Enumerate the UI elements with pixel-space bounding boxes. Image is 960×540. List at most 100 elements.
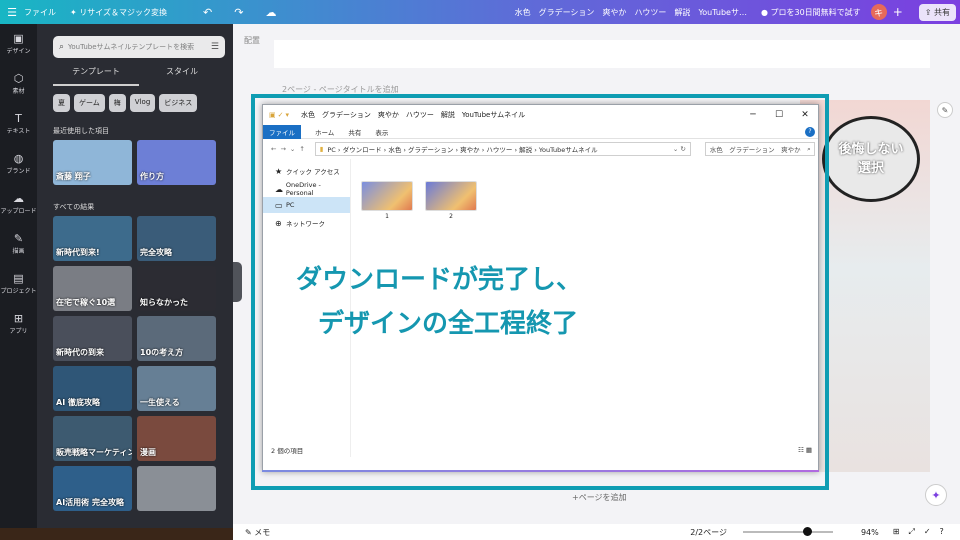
template-thumbnail-text: 斎藤 翔子 — [56, 172, 91, 181]
notes-button[interactable]: ✎ メモ — [245, 527, 270, 538]
filter-chip[interactable]: ビジネス — [159, 94, 198, 112]
rail-item-uploads[interactable]: ☁ アップロード — [0, 184, 37, 224]
help-icon[interactable]: ? — [805, 127, 815, 137]
template-thumbnail[interactable]: 新時代の到来 — [53, 316, 132, 361]
nav-item[interactable]: ★ クイック アクセス — [263, 163, 350, 179]
template-search-input[interactable]: ⌕ YouTubeサムネイルテンプレートを検索 ☰ — [53, 36, 225, 58]
nav-arrows-icon[interactable]: ←→⌄↑ — [271, 145, 309, 153]
template-thumbnail[interactable] — [137, 466, 216, 511]
nav-item[interactable]: ⊕ ネットワーク — [263, 215, 350, 231]
page-indicator[interactable]: 2/2ページ — [690, 527, 727, 538]
share-button[interactable]: ⇪ 共有 — [918, 3, 956, 21]
template-thumbnail[interactable]: 新時代到来! — [53, 216, 132, 261]
add-page-button[interactable]: +ページを追加 — [572, 492, 627, 503]
filter-chip[interactable]: 梅 — [108, 94, 126, 112]
rail-item-text[interactable]: T テキスト — [0, 104, 37, 144]
tab-templates[interactable]: テンプレート — [53, 66, 139, 86]
close-icon[interactable]: ✕ — [792, 105, 818, 125]
resize-label: リサイズ＆マジック変換 — [79, 7, 168, 17]
bubble-line-1: 後悔しない — [838, 141, 904, 157]
text-icon: T — [15, 112, 22, 125]
minimize-icon[interactable]: ─ — [740, 105, 766, 125]
plus-icon[interactable]: + — [893, 5, 903, 19]
tab-styles[interactable]: スタイル — [139, 66, 225, 86]
nav-item[interactable]: ▭ PC — [263, 197, 350, 213]
redo-icon[interactable]: ↷ — [234, 6, 243, 19]
address-segment[interactable]: 解説 — [519, 146, 532, 154]
speech-bubble[interactable]: 後悔しない 選択 — [822, 116, 920, 202]
nav-item-label: OneDrive - Personal — [285, 181, 321, 197]
rail-item-draw[interactable]: ✎ 描画 — [0, 224, 37, 264]
template-thumbnail[interactable]: 漫画 — [137, 416, 216, 461]
caption-line-2: デザインの全工程終了 — [318, 309, 579, 339]
file-item[interactable]: 2 — [423, 181, 479, 220]
rail-item-brand[interactable]: ◍ ブランド — [0, 144, 37, 184]
filter-chip[interactable]: ゲーム — [74, 94, 105, 112]
rail-label: アプリ — [9, 328, 28, 335]
address-segment[interactable]: 水色 — [388, 146, 401, 154]
template-thumbnail[interactable]: AI活用術 完全攻略 — [53, 466, 132, 511]
menu-icon[interactable]: ☰ — [0, 6, 24, 19]
design-title-part[interactable]: グラデーション — [539, 7, 595, 18]
resize-button[interactable]: ✦ リサイズ＆マジック変換 — [70, 7, 167, 18]
nav-item-label: ネットワーク — [286, 220, 325, 228]
explorer-search-input[interactable]: 水色 グラデーション 爽やか ⌕ — [704, 142, 815, 156]
template-thumbnail[interactable]: AI 徹底攻略 — [53, 366, 132, 411]
design-title-part[interactable]: 水色 — [515, 7, 531, 18]
avatar[interactable]: キ — [870, 4, 887, 20]
zoom-knob[interactable] — [802, 527, 812, 536]
item-count: 2 個の項目 — [271, 447, 304, 455]
rail-item-projects[interactable]: ▤ プロジェクト — [0, 264, 37, 304]
design-title-part[interactable]: 爽やか — [602, 7, 626, 18]
zoom-slider[interactable] — [742, 527, 833, 536]
address-segment[interactable]: ハウツー — [486, 146, 512, 154]
ribbon-tab-view[interactable]: 表示 — [375, 127, 388, 137]
file-menu[interactable]: ファイル — [24, 7, 56, 18]
template-thumbnail[interactable]: 一生使える — [137, 366, 216, 411]
file-item[interactable]: 1 — [359, 181, 415, 220]
design-title-part[interactable]: YouTubeサ… — [698, 7, 747, 18]
rail-item-elements[interactable]: ⬡ 素材 — [0, 64, 37, 104]
filter-icon[interactable]: ☰ — [211, 42, 219, 52]
design-title-part[interactable]: 解説 — [674, 7, 690, 18]
chevron-down-icon[interactable]: ⌄ ↻ — [673, 145, 686, 153]
ribbon-tab-share[interactable]: 共有 — [348, 127, 361, 137]
file-thumbnail — [425, 181, 477, 211]
template-thumbnail[interactable]: 斎藤 翔子 — [53, 140, 132, 185]
maximize-icon[interactable]: ☐ — [766, 105, 792, 125]
template-thumbnail[interactable]: 10の考え方 — [137, 316, 216, 361]
template-thumbnail[interactable]: 知らなかった — [137, 266, 216, 311]
design-title-part[interactable]: ハウツー — [634, 7, 666, 18]
rail-item-apps[interactable]: ⊞ アプリ — [0, 304, 37, 344]
zoom-level[interactable]: 94% — [861, 528, 879, 537]
template-thumbnail-text: 完全攻略 — [140, 248, 172, 257]
template-thumbnail[interactable]: 作り方 — [137, 140, 216, 185]
bubble-line-2: 選択 — [857, 161, 884, 176]
undo-icon[interactable]: ↶ — [203, 6, 212, 19]
ribbon-tab-file[interactable]: ファイル — [263, 124, 301, 139]
address-segment[interactable]: ダウンロード — [343, 146, 382, 154]
address-bar[interactable]: ▮ PC › ダウンロード › 水色 › グラデーション › 爽やか › ハウツ… — [314, 142, 691, 156]
template-thumbnail[interactable]: 販売戦略マーケティング — [53, 416, 132, 461]
comment-icon[interactable]: ✎ — [937, 102, 953, 118]
address-segment[interactable]: YouTubeサムネイル — [539, 146, 598, 154]
share-label: 共有 — [934, 7, 950, 17]
nav-item[interactable]: ☁ OneDrive - Personal — [263, 181, 350, 197]
view-controls-icon[interactable]: ⊞⤢✓? — [893, 527, 953, 537]
view-toggle-icon[interactable]: ☷▦ — [798, 446, 814, 454]
rail-item-design[interactable]: ▣ デザイン — [0, 24, 37, 64]
ribbon-tab-home[interactable]: ホーム — [315, 127, 334, 137]
filter-chip[interactable]: 夏 — [53, 94, 70, 112]
address-segment[interactable]: 爽やか — [460, 146, 480, 154]
panel-collapse-handle[interactable] — [233, 262, 242, 302]
position-button[interactable]: 配置 — [244, 35, 260, 46]
pro-trial-button[interactable]: ● プロを30日間無料で試す — [761, 7, 861, 18]
draw-icon: ✎ — [13, 232, 24, 245]
template-thumbnail[interactable]: 在宅で稼ぐ10選 — [53, 266, 132, 311]
filter-chip[interactable]: Vlog — [129, 94, 156, 112]
address-segment[interactable]: PC — [327, 146, 335, 154]
address-segment[interactable]: グラデーション — [408, 146, 453, 154]
template-thumbnail[interactable]: 完全攻略 — [137, 216, 216, 261]
quick-access-toolbar-icon[interactable]: ▣✓▾ — [269, 111, 291, 119]
magic-sparkle-icon[interactable]: ✦ — [925, 484, 947, 506]
